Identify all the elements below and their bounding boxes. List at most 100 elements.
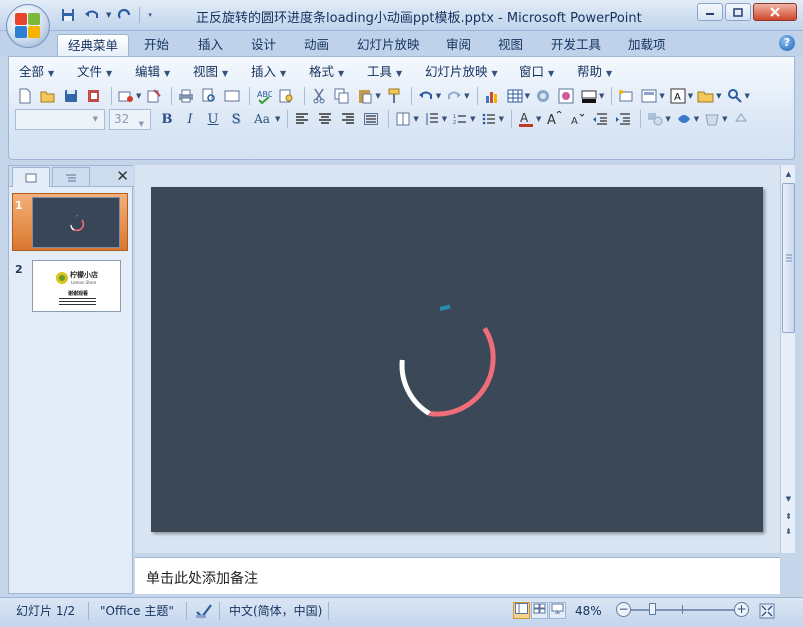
slideshow-view-icon[interactable] (549, 602, 566, 619)
customize-qat-icon[interactable]: ▾ (148, 11, 152, 19)
undo-dropdown-icon[interactable]: ▼ (106, 11, 111, 19)
cut-icon[interactable] (309, 86, 329, 106)
fit-to-window-icon[interactable] (759, 603, 775, 623)
italic-button[interactable]: I (180, 109, 200, 129)
menu-edit[interactable]: 编辑 ▼ (135, 62, 170, 82)
email-dropdown-icon[interactable]: ▼ (136, 92, 141, 100)
align-center-icon[interactable] (315, 109, 335, 129)
folder-icon[interactable] (696, 86, 716, 106)
zoom-slider[interactable] (631, 609, 735, 611)
menu-help[interactable]: 帮助 ▼ (577, 62, 612, 82)
scroll-up-icon[interactable]: ▲ (782, 167, 795, 181)
outline-tab[interactable] (52, 167, 90, 187)
paste-dropdown-icon[interactable]: ▼ (375, 92, 380, 100)
zoom-level[interactable]: 48% (575, 601, 602, 621)
increase-font-icon[interactable]: A (544, 109, 564, 129)
menu-view[interactable]: 视图 ▼ (193, 62, 228, 82)
fill-color-dropdown-icon[interactable]: ▼ (599, 92, 604, 100)
table-dropdown-icon[interactable]: ▼ (525, 92, 530, 100)
underline-button[interactable]: U (203, 109, 223, 129)
font-size-dropdown-icon[interactable]: ▼ (139, 115, 144, 134)
slide-thumbnail-1[interactable] (32, 197, 120, 248)
bold-button[interactable]: B (157, 109, 177, 129)
redo-icon[interactable] (115, 6, 135, 24)
slide-sorter-view-icon[interactable] (531, 602, 548, 619)
shadow-button[interactable]: S (226, 109, 246, 129)
quick-styles-icon[interactable] (702, 109, 722, 129)
menu-slideshow[interactable]: 幻灯片放映 ▼ (425, 62, 498, 82)
scroll-down-icon[interactable]: ▼ (782, 492, 795, 506)
bullets-dropdown-icon[interactable]: ▼ (499, 115, 504, 123)
menu-all[interactable]: 全部 ▼ (19, 62, 54, 82)
folder-dropdown-icon[interactable]: ▼ (716, 92, 721, 100)
slide-thumbnail-2[interactable]: 柠檬小店 Lemon Store 谢谢观看 (32, 260, 121, 312)
arrange-icon[interactable] (674, 109, 694, 129)
spell-check-icon[interactable] (195, 603, 213, 623)
zoom-slider-thumb[interactable] (649, 603, 657, 615)
font-color-icon[interactable]: A (516, 109, 536, 129)
undo-icon[interactable] (82, 6, 102, 24)
scrollbar-thumb[interactable] (782, 183, 795, 333)
bullets-icon[interactable] (479, 109, 499, 129)
save-file-icon[interactable] (61, 86, 81, 106)
font-color-dropdown-icon[interactable]: ▼ (536, 115, 541, 123)
redo-toolbar-dropdown-icon[interactable]: ▼ (464, 92, 469, 100)
format-painter-icon[interactable] (384, 86, 404, 106)
tab-insert[interactable]: 插入 (188, 34, 233, 56)
menu-window[interactable]: 窗口 ▼ (519, 62, 554, 82)
shapes-icon[interactable] (645, 109, 665, 129)
textbox-icon[interactable]: A (668, 86, 688, 106)
find-dropdown-icon[interactable]: ▼ (745, 92, 750, 100)
notes-pane[interactable]: 单击此处添加备注 (135, 557, 780, 594)
zoom-in-icon[interactable]: + (734, 602, 749, 617)
previous-slide-icon[interactable]: ⇞ (782, 510, 795, 524)
tab-addins[interactable]: 加载项 (618, 34, 676, 56)
minimize-icon[interactable] (697, 3, 723, 21)
quick-styles-dropdown-icon[interactable]: ▼ (722, 115, 727, 123)
layout-icon[interactable] (639, 86, 659, 106)
line-spacing-icon[interactable] (422, 109, 442, 129)
research-icon[interactable] (277, 86, 297, 106)
align-right-icon[interactable] (338, 109, 358, 129)
close-panel-icon[interactable]: ✕ (116, 167, 129, 185)
font-name-box[interactable]: ▼ (15, 108, 105, 130)
close-icon[interactable] (753, 3, 797, 21)
tab-review[interactable]: 审阅 (436, 34, 481, 56)
layout-dropdown-icon[interactable]: ▼ (659, 92, 664, 100)
redo-toolbar-icon[interactable] (444, 86, 464, 106)
arrange-dropdown-icon[interactable]: ▼ (694, 115, 699, 123)
office-button[interactable] (6, 4, 50, 48)
menu-tools[interactable]: 工具 ▼ (367, 62, 402, 82)
font-size-box[interactable]: 32 ▼ (109, 108, 151, 130)
font-name-dropdown-icon[interactable]: ▼ (93, 115, 98, 123)
tab-home[interactable]: 开始 (134, 34, 179, 56)
tab-classic-menu[interactable]: 经典菜单 (57, 34, 130, 56)
columns-dropdown-icon[interactable]: ▼ (413, 115, 418, 123)
copy-icon[interactable] (332, 86, 352, 106)
change-case-dropdown-icon[interactable]: ▼ (275, 115, 280, 123)
new-icon[interactable] (15, 86, 35, 106)
find-icon[interactable] (725, 86, 745, 106)
tab-developer[interactable]: 开发工具 (541, 34, 611, 56)
color-grayscale-icon[interactable] (556, 86, 576, 106)
change-case-button[interactable]: Aa (249, 109, 275, 129)
menu-format[interactable]: 格式 ▼ (309, 62, 344, 82)
print-icon[interactable] (176, 86, 196, 106)
menu-insert[interactable]: 插入 ▼ (251, 62, 286, 82)
line-spacing-dropdown-icon[interactable]: ▼ (442, 115, 447, 123)
maximize-icon[interactable] (725, 3, 751, 21)
paste-icon[interactable] (355, 86, 375, 106)
language-indicator[interactable]: 中文(简体，中国) (229, 601, 322, 621)
slides-tab[interactable] (12, 167, 50, 187)
help-icon[interactable]: ? (779, 35, 795, 51)
slide-icon[interactable] (222, 86, 242, 106)
menu-file[interactable]: 文件 ▼ (77, 62, 112, 82)
tab-slideshow[interactable]: 幻灯片放映 (347, 34, 430, 56)
save-icon[interactable] (58, 6, 78, 24)
print-preview-icon[interactable] (199, 86, 219, 106)
decrease-indent-icon[interactable] (590, 109, 610, 129)
vertical-scrollbar[interactable]: ▲ ▼ ⇞ ⇟ (780, 165, 795, 553)
fill-color-icon[interactable] (579, 86, 599, 106)
columns-icon[interactable] (393, 109, 413, 129)
align-left-icon[interactable] (292, 109, 312, 129)
